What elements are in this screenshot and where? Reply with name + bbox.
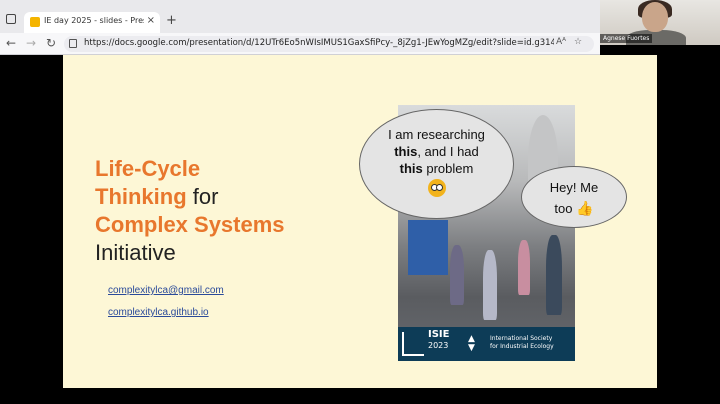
slides-favicon-icon [30, 17, 40, 27]
back-icon[interactable]: ← [6, 36, 16, 50]
arrows-icon: ▲ ▼ [468, 334, 475, 353]
isie-logo-icon [402, 332, 424, 356]
person-figure [546, 235, 562, 315]
bubble1-line2: this, and I had [394, 144, 479, 159]
active-tab[interactable]: IE day 2025 - slides - Presentatio × [24, 12, 160, 33]
person-figure [450, 245, 464, 305]
tab-close-icon[interactable]: × [147, 15, 155, 26]
isie-year: 2023 [428, 341, 449, 350]
person-figure [483, 250, 497, 320]
new-tab-icon[interactable]: + [166, 13, 177, 28]
tab-bar: IE day 2025 - slides - Presentatio × + [0, 0, 600, 33]
presenter-face [642, 2, 668, 32]
bubble1-line3: this problem [399, 161, 474, 176]
title-line-2-rest: for [186, 184, 219, 209]
screen: IE day 2025 - slides - Presentatio × + ←… [0, 0, 720, 404]
title-line-4: Initiative [95, 240, 176, 265]
webcam-video: Agnese Fuortes [600, 0, 720, 45]
speech-bubble-2: Hey! Me too 👍 [521, 166, 627, 228]
isie-organization: International Society for Industrial Eco… [490, 335, 554, 351]
thumbs-up-emoji-icon: 👍 [576, 200, 594, 216]
bubble1-line1: I am researching [388, 127, 485, 142]
forward-icon[interactable]: → [26, 36, 36, 50]
isie-logo-text: ISIE [428, 329, 450, 340]
nerd-face-emoji-icon [427, 179, 446, 197]
read-aloud-icon[interactable]: Aᴬ [556, 37, 566, 47]
tab-title: IE day 2025 - slides - Presentatio [44, 16, 144, 25]
reload-icon[interactable]: ↻ [46, 36, 56, 50]
site-info-icon[interactable] [69, 39, 77, 48]
participant-name: Agnese Fuortes [600, 34, 653, 43]
bubble2-line2: too 👍 [554, 200, 594, 216]
website-link[interactable]: complexitylca.github.io [108, 307, 209, 318]
url-text: https://docs.google.com/presentation/d/1… [84, 38, 554, 48]
conference-poster [408, 220, 448, 275]
org-line-1: International Society [490, 335, 553, 342]
speech-bubble-1: I am researching this, and I had this pr… [359, 109, 514, 219]
person-figure [518, 240, 530, 295]
email-link[interactable]: complexitylca@gmail.com [108, 285, 224, 296]
slide-title: Life-Cycle Thinking for Complex Systems … [95, 155, 285, 267]
isie-banner: ISIE 2023 ▲ ▼ International Society for I… [398, 327, 575, 361]
bubble2-line1: Hey! Me [549, 180, 599, 195]
title-line-3: Complex Systems [95, 212, 285, 237]
presentation-slide: Life-Cycle Thinking for Complex Systems … [63, 55, 657, 388]
favorite-star-icon[interactable]: ☆ [574, 37, 582, 47]
org-line-2: for Industrial Ecology [490, 343, 554, 350]
title-line-1: Life-Cycle [95, 156, 201, 181]
address-bar[interactable]: https://docs.google.com/presentation/d/1… [64, 36, 594, 52]
title-line-2-accent: Thinking [95, 184, 187, 209]
window-menu-icon[interactable] [6, 14, 16, 24]
